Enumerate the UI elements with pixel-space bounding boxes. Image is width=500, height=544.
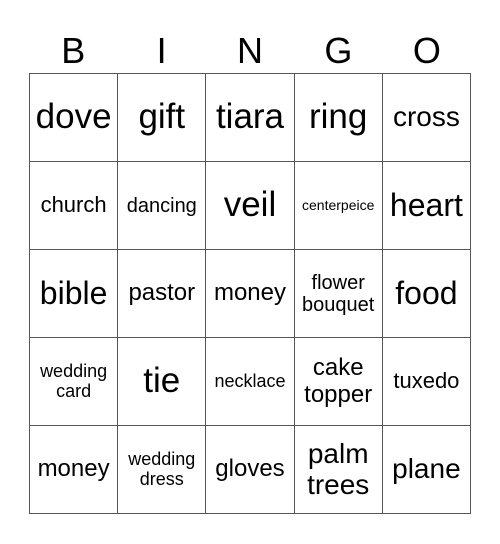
bingo-cell: heart	[382, 162, 471, 250]
bingo-cell: cross	[382, 74, 471, 162]
bingo-cell: plane	[382, 426, 471, 514]
bingo-cell: money	[30, 426, 119, 514]
header-letter-i: I	[156, 30, 167, 71]
bingo-cell: gift	[118, 74, 207, 162]
bingo-cell: tuxedo	[382, 338, 471, 426]
bingo-cell: palm trees	[294, 426, 383, 514]
bingo-header: B I N G O	[29, 28, 471, 73]
bingo-cell: necklace	[206, 338, 295, 426]
header-letter-o: O	[412, 30, 441, 71]
header-letter-n: N	[237, 30, 264, 71]
bingo-cell: wedding card	[30, 338, 119, 426]
bingo-cell: bible	[30, 250, 119, 338]
bingo-cell: centerpeice	[294, 162, 383, 250]
bingo-cell: veil	[206, 162, 295, 250]
bingo-cell: tie	[118, 338, 207, 426]
bingo-cell: cake topper	[294, 338, 383, 426]
bingo-cell: dove	[30, 74, 119, 162]
bingo-grid: dove gift tiara ring cross church dancin…	[29, 73, 471, 514]
bingo-cell: pastor	[118, 250, 207, 338]
bingo-cell: tiara	[206, 74, 295, 162]
bingo-cell: food	[382, 250, 471, 338]
bingo-cell: flower bouquet	[294, 250, 383, 338]
bingo-cell: gloves	[206, 426, 295, 514]
bingo-cell: church	[30, 162, 119, 250]
header-letter-g: G	[324, 30, 353, 71]
header-letter-b: B	[61, 30, 86, 71]
bingo-cell: money	[206, 250, 295, 338]
bingo-cell: dancing	[118, 162, 207, 250]
bingo-cell: wedding dress	[118, 426, 207, 514]
bingo-cell: ring	[294, 74, 383, 162]
